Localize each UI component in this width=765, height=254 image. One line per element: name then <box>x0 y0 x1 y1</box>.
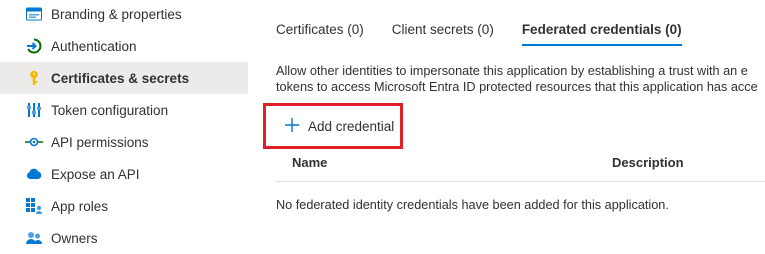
main-content: Certificates (0) Client secrets (0) Fede… <box>248 0 765 241</box>
sidebar-item-api-permissions[interactable]: API permissions <box>0 126 248 158</box>
sidebar-item-token-configuration[interactable]: Token configuration <box>0 94 248 126</box>
column-header-description[interactable]: Description <box>612 155 684 170</box>
sidebar-item-label: API permissions <box>51 134 149 150</box>
sidebar-item-label: Certificates & secrets <box>51 70 190 86</box>
sidebar-item-owners[interactable]: Owners <box>0 222 248 254</box>
sidebar-item-label: Token configuration <box>51 102 169 118</box>
tab-certificates[interactable]: Certificates (0) <box>276 22 364 46</box>
sidebar-item-branding[interactable]: Branding & properties <box>0 0 248 30</box>
owners-icon <box>25 229 43 247</box>
app-roles-icon <box>25 197 43 215</box>
token-configuration-icon <box>25 101 43 119</box>
sidebar-item-label: Branding & properties <box>51 6 182 22</box>
plus-icon <box>284 115 300 137</box>
api-permissions-icon <box>25 133 43 151</box>
tab-federated-credentials[interactable]: Federated credentials (0) <box>521 22 682 46</box>
description: Allow other identities to impersonate th… <box>276 63 765 95</box>
add-credential-label: Add credential <box>308 118 395 134</box>
sidebar-item-label: Owners <box>51 230 98 246</box>
column-header-name[interactable]: Name <box>292 155 327 170</box>
sidebar-item-app-roles[interactable]: App roles <box>0 190 248 222</box>
branding-icon <box>25 5 43 23</box>
sidebar-item-label: App roles <box>51 198 109 214</box>
table-divider <box>276 181 765 182</box>
add-credential-button[interactable]: Add credential <box>263 103 403 149</box>
tab-bar: Certificates (0) Client secrets (0) Fede… <box>276 22 710 46</box>
sidebar-item-certificates-secrets[interactable]: Certificates & secrets <box>0 62 248 94</box>
sidebar-item-label: Authentication <box>51 38 137 54</box>
sidebar-item-expose-an-api[interactable]: Expose an API <box>0 158 248 190</box>
cloud-icon <box>25 165 43 183</box>
sidebar-item-label: Expose an API <box>51 166 140 182</box>
tab-client-secrets[interactable]: Client secrets (0) <box>392 22 494 46</box>
description-line-2: tokens to access Microsoft Entra ID prot… <box>276 80 758 94</box>
key-icon <box>25 69 43 87</box>
authentication-icon <box>25 37 43 55</box>
empty-table-message: No federated identity credentials have b… <box>276 198 669 212</box>
sidebar-item-authentication[interactable]: Authentication <box>0 30 248 62</box>
sidebar: Branding & properties Authentication Cer… <box>0 0 248 246</box>
description-line-1: Allow other identities to impersonate th… <box>276 64 748 78</box>
